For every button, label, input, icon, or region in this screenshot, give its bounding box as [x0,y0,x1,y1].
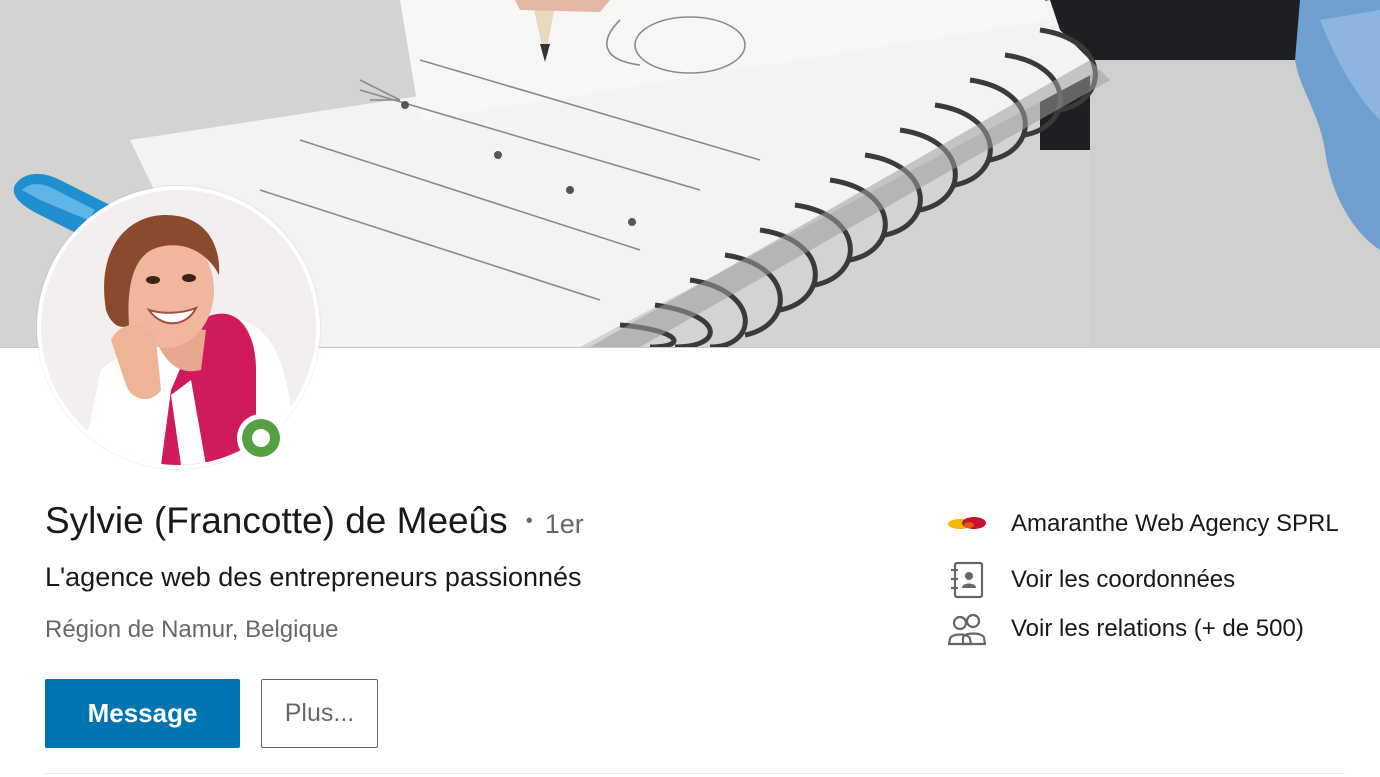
profile-location: Région de Namur, Belgique [45,616,339,643]
degree-separator: • [525,510,533,532]
profile-top-card: Sylvie (Francotte) de Meeûs • 1er L'agen… [0,0,1380,777]
contact-info-link[interactable]: Voir les coordonnées [946,560,1235,600]
company-logo-icon [946,504,988,544]
connection-degree: 1er [544,509,584,539]
people-icon [946,609,988,649]
company-name: Amaranthe Web Agency SPRL [1011,510,1339,537]
presence-indicator [237,414,285,462]
profile-headline: L'agence web des entrepreneurs passionné… [45,562,582,592]
more-button[interactable]: Plus... [261,679,378,748]
current-company-link[interactable]: Amaranthe Web Agency SPRL [946,504,1339,544]
divider [45,773,1345,774]
contact-book-icon [946,560,988,600]
name-row: Sylvie (Francotte) de Meeûs • 1er [45,500,584,542]
profile-name: Sylvie (Francotte) de Meeûs [45,500,508,541]
connections-link[interactable]: Voir les relations (+ de 500) [946,609,1304,649]
contact-info-label: Voir les coordonnées [1011,566,1236,593]
message-button[interactable]: Message [45,679,240,748]
connections-label: Voir les relations (+ de 500) [1011,615,1304,642]
